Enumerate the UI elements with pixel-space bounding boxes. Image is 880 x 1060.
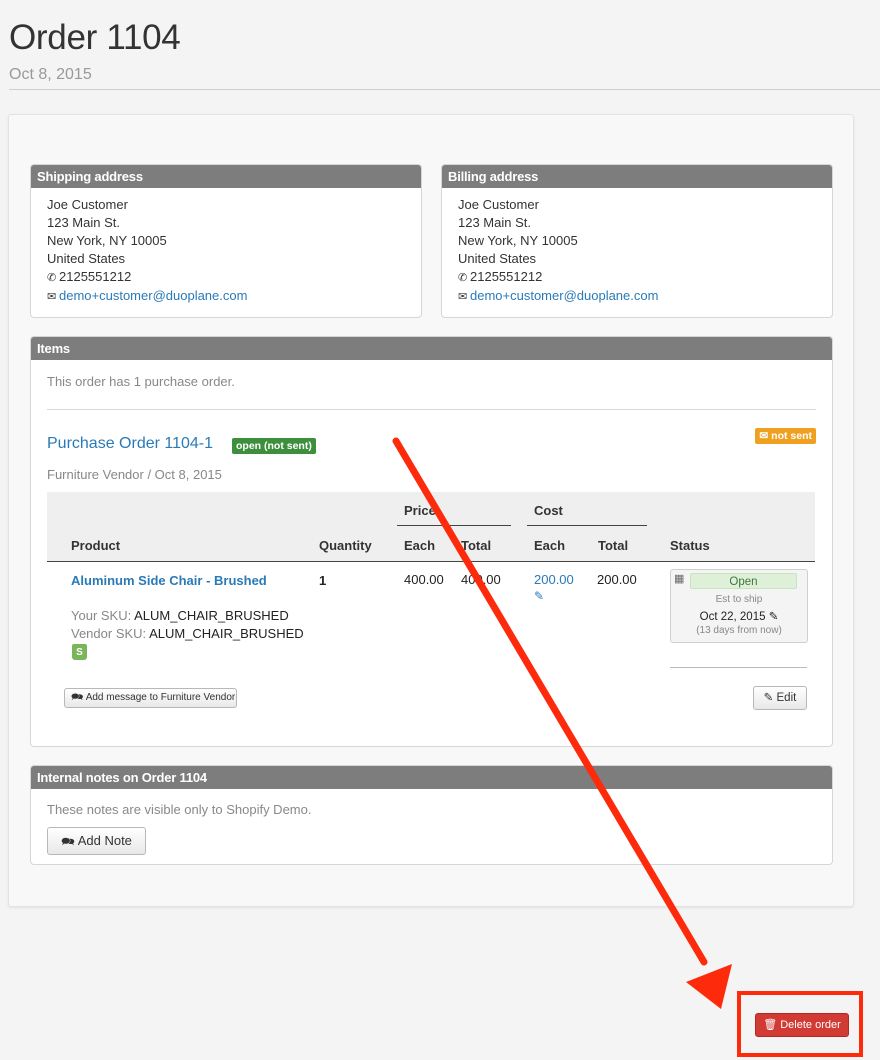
col-price-total: Total (461, 538, 492, 553)
shipping-country: United States (47, 251, 126, 266)
col-price-group: Price (404, 503, 436, 518)
envelope-icon: ✉ (47, 291, 57, 303)
status-divider (670, 667, 807, 668)
shipping-street: 123 Main St. (47, 215, 120, 230)
not-sent-badge: ✉ not sent (755, 428, 816, 444)
comment-icon: 🗪 (61, 836, 75, 848)
add-note-button[interactable]: 🗪 Add Note (47, 827, 146, 855)
pencil-icon: ✎ (763, 692, 774, 704)
add-vendor-message-button[interactable]: 🗪 Add message to Furniture Vendor (64, 688, 237, 708)
envelope-icon: ✉ (458, 291, 468, 303)
page-title: Order 1104 (9, 18, 181, 57)
edit-label: Edit (776, 692, 797, 704)
item-status-box[interactable]: ▦ Open Est to ship Oct 22, 2015 ✎ (13 da… (670, 569, 808, 643)
your-sku: Your SKU: ALUM_CHAIR_BRUSHED (71, 608, 289, 623)
your-sku-value: ALUM_CHAIR_BRUSHED (134, 608, 289, 623)
edit-date-pencil-icon[interactable]: ✎ (769, 611, 779, 623)
po-count-summary: This order has 1 purchase order. (47, 374, 235, 389)
items-heading: Items (31, 337, 832, 360)
notes-visibility-text: These notes are visible only to Shopify … (47, 802, 312, 817)
items-table-header: Price Cost Product Quantity Each Total E… (47, 492, 815, 562)
price-group-rule (397, 525, 511, 526)
price-total: 400.00 (461, 572, 501, 587)
shipping-address-panel: Shipping address Joe Customer 123 Main S… (30, 164, 422, 318)
open-status-pill: Open (690, 573, 797, 589)
internal-notes-panel: Internal notes on Order 1104 These notes… (30, 765, 833, 865)
title-divider (9, 89, 880, 90)
col-price-each: Each (404, 538, 436, 553)
shipping-name: Joe Customer (47, 197, 128, 212)
col-quantity: Quantity (319, 538, 372, 553)
billing-name: Joe Customer (458, 197, 539, 212)
order-date: Oct 8, 2015 (9, 66, 92, 83)
your-sku-label: Your SKU: (71, 608, 132, 623)
est-ship-label: Est to ship (715, 594, 763, 605)
billing-phone: 2125551212 (470, 269, 543, 284)
vendor-sku-value: ALUM_CHAIR_BRUSHED (149, 626, 304, 641)
cost-each-link[interactable]: 200.00 (534, 572, 574, 587)
cost-total: 200.00 (597, 572, 637, 587)
calendar-icon: ▦ (674, 573, 685, 585)
vendor-sku: Vendor SKU: ALUM_CHAIR_BRUSHED (71, 626, 304, 641)
phone-icon: ✆ (47, 272, 57, 284)
col-cost-group: Cost (534, 503, 563, 518)
vendor-sku-label: Vendor SKU: (71, 626, 147, 641)
delete-order-button[interactable]: 🗑 Delete order (755, 1013, 849, 1037)
billing-city: New York, NY 10005 (458, 233, 578, 248)
add-note-label: Add Note (77, 833, 132, 848)
edit-cost-pencil-icon[interactable]: ✎ (534, 589, 544, 603)
shipping-city: New York, NY 10005 (47, 233, 167, 248)
col-cost-total: Total (598, 538, 629, 553)
envelope-icon: ✉ (759, 430, 769, 442)
col-product: Product (71, 538, 121, 553)
po-vendor-line: Furniture Vendor / Oct 8, 2015 (47, 467, 222, 482)
comment-icon: 🗪 (71, 692, 84, 703)
edit-po-button[interactable]: ✎ Edit (753, 686, 807, 710)
billing-address-heading: Billing address (442, 165, 832, 188)
not-sent-label: not sent (771, 430, 812, 442)
purchase-order-link[interactable]: Purchase Order 1104-1 (47, 435, 213, 453)
add-vendor-message-label: Add message to Furniture Vendor (85, 692, 236, 703)
annotation-arrow-head (686, 964, 732, 1009)
product-link[interactable]: Aluminum Side Chair - Brushed (71, 573, 267, 588)
items-panel: Items This order has 1 purchase order. P… (30, 336, 833, 747)
shipping-address-heading: Shipping address (31, 165, 421, 188)
trash-icon: 🗑 (763, 1019, 778, 1031)
shipping-email-link[interactable]: demo+customer@duoplane.com (59, 288, 247, 303)
est-ship-date: Oct 22, 2015 ✎ (671, 609, 807, 623)
col-cost-each: Each (534, 538, 566, 553)
price-each: 400.00 (404, 572, 444, 587)
billing-email-link[interactable]: demo+customer@duoplane.com (470, 288, 658, 303)
internal-notes-heading: Internal notes on Order 1104 (31, 766, 832, 789)
billing-street: 123 Main St. (458, 215, 531, 230)
phone-icon: ✆ (458, 272, 468, 284)
col-status: Status (670, 538, 710, 553)
cost-group-rule (527, 525, 647, 526)
po-status-badge: open (not sent) (232, 438, 316, 454)
billing-address-panel: Billing address Joe Customer 123 Main St… (441, 164, 833, 318)
est-date-value: Oct 22, 2015 (699, 611, 766, 623)
delete-order-label: Delete order (780, 1019, 841, 1031)
item-quantity: 1 (319, 573, 327, 588)
items-divider (47, 409, 816, 410)
billing-country: United States (458, 251, 537, 266)
order-card: Shipping address Joe Customer 123 Main S… (8, 114, 854, 907)
shipping-phone: 2125551212 (59, 269, 132, 284)
est-ship-relative: (13 days from now) (696, 625, 782, 636)
shopify-bag-icon[interactable]: S (72, 644, 87, 660)
